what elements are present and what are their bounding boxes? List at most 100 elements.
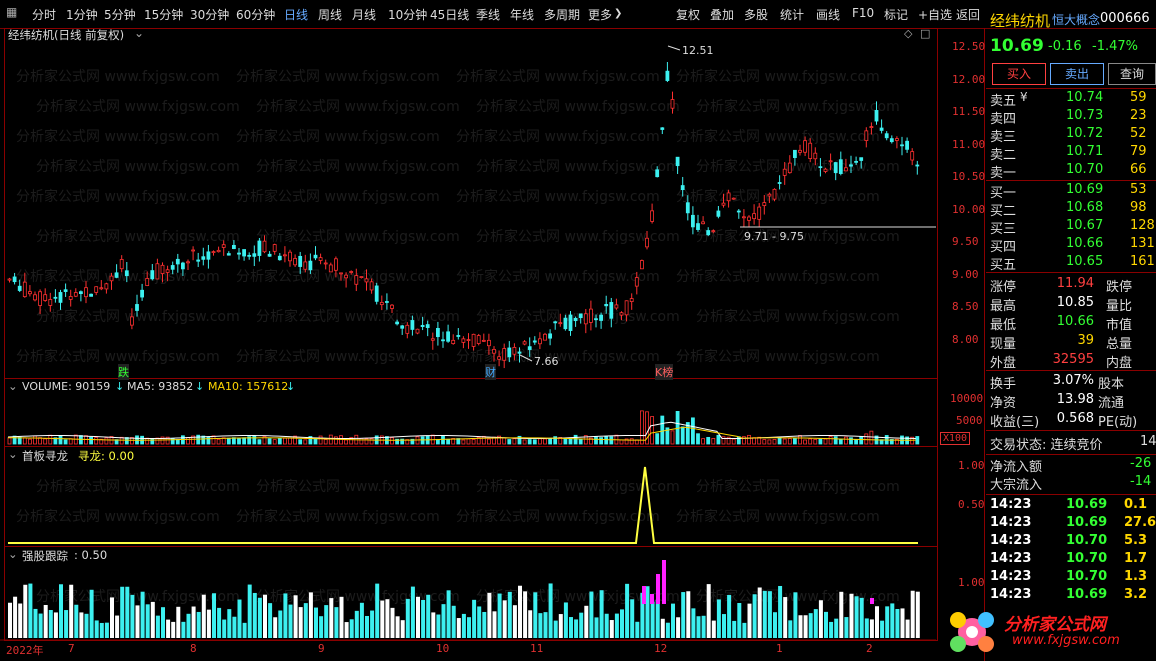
chart-collapse-icon[interactable]: ⌄ — [134, 26, 144, 40]
tick-row: 14:23 10.70 1.7 — [990, 551, 1156, 569]
chart-settings-icon[interactable]: ◇ — [904, 27, 912, 40]
candle-body — [685, 202, 690, 214]
chart-close-icon[interactable]: □ — [920, 27, 930, 40]
candle-body — [293, 258, 298, 266]
volume-bar — [471, 439, 476, 445]
stat-row: 现量 39 总量 — [990, 333, 1156, 352]
indicator2-value: : 0.50 — [74, 548, 108, 562]
volume-bar — [461, 439, 466, 445]
strength-bar — [257, 597, 262, 638]
strength-bar — [349, 619, 354, 638]
strength-bar — [232, 616, 237, 638]
candle-body — [435, 327, 440, 338]
volume-bar — [655, 433, 660, 445]
strength-bar — [467, 617, 471, 638]
volume-bar — [772, 439, 777, 445]
indicator2-collapse-icon[interactable]: ⌄ — [8, 547, 18, 561]
ask-price: 10.73 — [1066, 108, 1104, 123]
indicator2-tick-1: 1.00 — [958, 576, 985, 589]
volume-bar — [548, 438, 552, 445]
strength-bar — [783, 597, 788, 638]
ask-row[interactable]: 卖五 10.74 59 — [990, 90, 1156, 109]
strength-bar — [405, 598, 410, 638]
volume-bar — [257, 439, 262, 445]
bid-row[interactable]: 买四 10.66 131 — [990, 236, 1156, 255]
volume-bar — [818, 438, 823, 445]
candle-body — [333, 258, 338, 271]
volume-bar — [823, 438, 828, 445]
candle-body — [859, 157, 864, 161]
volume-unit: X100 — [940, 432, 971, 445]
ask-row[interactable]: 卖二 10.71 79 — [990, 144, 1156, 163]
candle-body — [415, 328, 420, 334]
candle-body — [762, 202, 767, 206]
strength-bar — [829, 621, 834, 638]
bid-row[interactable]: 买一 10.69 53 — [990, 182, 1156, 201]
candle-body — [384, 301, 389, 303]
stat-label: 净资 — [990, 396, 1017, 411]
strength-bar — [813, 609, 818, 638]
query-button[interactable]: 查询 — [1108, 63, 1156, 85]
bid-row[interactable]: 买五 10.65 161 — [990, 254, 1156, 273]
stock-concept[interactable]: 恒大概念 — [1052, 11, 1100, 28]
candle-body — [757, 206, 762, 220]
candle-body — [573, 317, 578, 322]
tick-time: 14:23 — [990, 551, 1032, 566]
event-badge-rank[interactable]: K榜 — [655, 364, 674, 380]
stock-code: 000666 — [1100, 11, 1150, 26]
bid-row[interactable]: 买二 10.68 98 — [990, 200, 1156, 219]
volume-collapse-icon[interactable]: ⌄ — [8, 379, 18, 393]
buy-button[interactable]: 买入 — [992, 63, 1046, 85]
candle-body — [53, 296, 58, 299]
strength-bar — [176, 606, 181, 638]
volume-bar — [507, 439, 512, 445]
stat-label: 现量 — [990, 337, 1017, 352]
ask-row[interactable]: 卖四 10.73 23 — [990, 108, 1156, 127]
strength-bar — [206, 609, 211, 638]
ask-row[interactable]: 卖三 10.72 52 — [990, 126, 1156, 145]
strength-bar — [604, 613, 609, 638]
stat-right-label: 股本 — [1098, 377, 1125, 392]
strength-bar — [201, 594, 206, 638]
strength-bar — [818, 600, 823, 638]
indicator1-collapse-icon[interactable]: ⌄ — [8, 447, 18, 461]
candle-body — [660, 127, 665, 130]
ask-volume: 59 — [1130, 90, 1147, 105]
candle-body — [680, 185, 685, 191]
strength-bar — [773, 612, 777, 638]
stat-row: 最高 10.85 量比 — [990, 295, 1156, 314]
flow-value: -26 — [1130, 456, 1152, 471]
strength-bar — [222, 619, 227, 638]
candle-body — [854, 160, 858, 163]
candle-body — [874, 110, 879, 122]
candle-body — [68, 296, 73, 300]
candle-body — [604, 304, 609, 307]
strength-bar — [293, 595, 298, 638]
bid-row[interactable]: 买三 10.67 128 — [990, 218, 1156, 237]
volume-bar — [752, 437, 756, 445]
bid-price: 10.65 — [1066, 254, 1104, 269]
strength-bar — [395, 616, 400, 638]
strength-spike — [662, 560, 666, 604]
strength-bar — [212, 593, 216, 638]
volume-bar — [864, 433, 869, 445]
ask-row[interactable]: 卖一 10.70 66 — [990, 162, 1156, 181]
candle-body — [109, 275, 114, 282]
sell-button[interactable]: 卖出 — [1050, 63, 1104, 85]
strength-bar — [288, 604, 293, 638]
candle-body — [889, 138, 894, 143]
candle-body — [354, 275, 359, 285]
stat-right-label: 流通 — [1098, 396, 1125, 411]
tick-volume: 27.6 — [1124, 515, 1156, 530]
event-badge-finance[interactable]: 财 — [485, 364, 496, 380]
candle-body — [124, 270, 129, 277]
candle-body — [191, 249, 196, 252]
stat-row: 涨停 11.94 跌停 — [990, 276, 1156, 295]
strength-bar — [13, 596, 18, 638]
strength-bar — [512, 605, 517, 638]
stat-row: 净资 13.98 流通 — [990, 392, 1156, 411]
stat-value: 13.98 — [1056, 392, 1094, 407]
event-badge-drop[interactable]: 跌 — [118, 364, 129, 380]
volume-bar — [303, 439, 308, 445]
stat-right-label: 内盘 — [1106, 356, 1133, 371]
